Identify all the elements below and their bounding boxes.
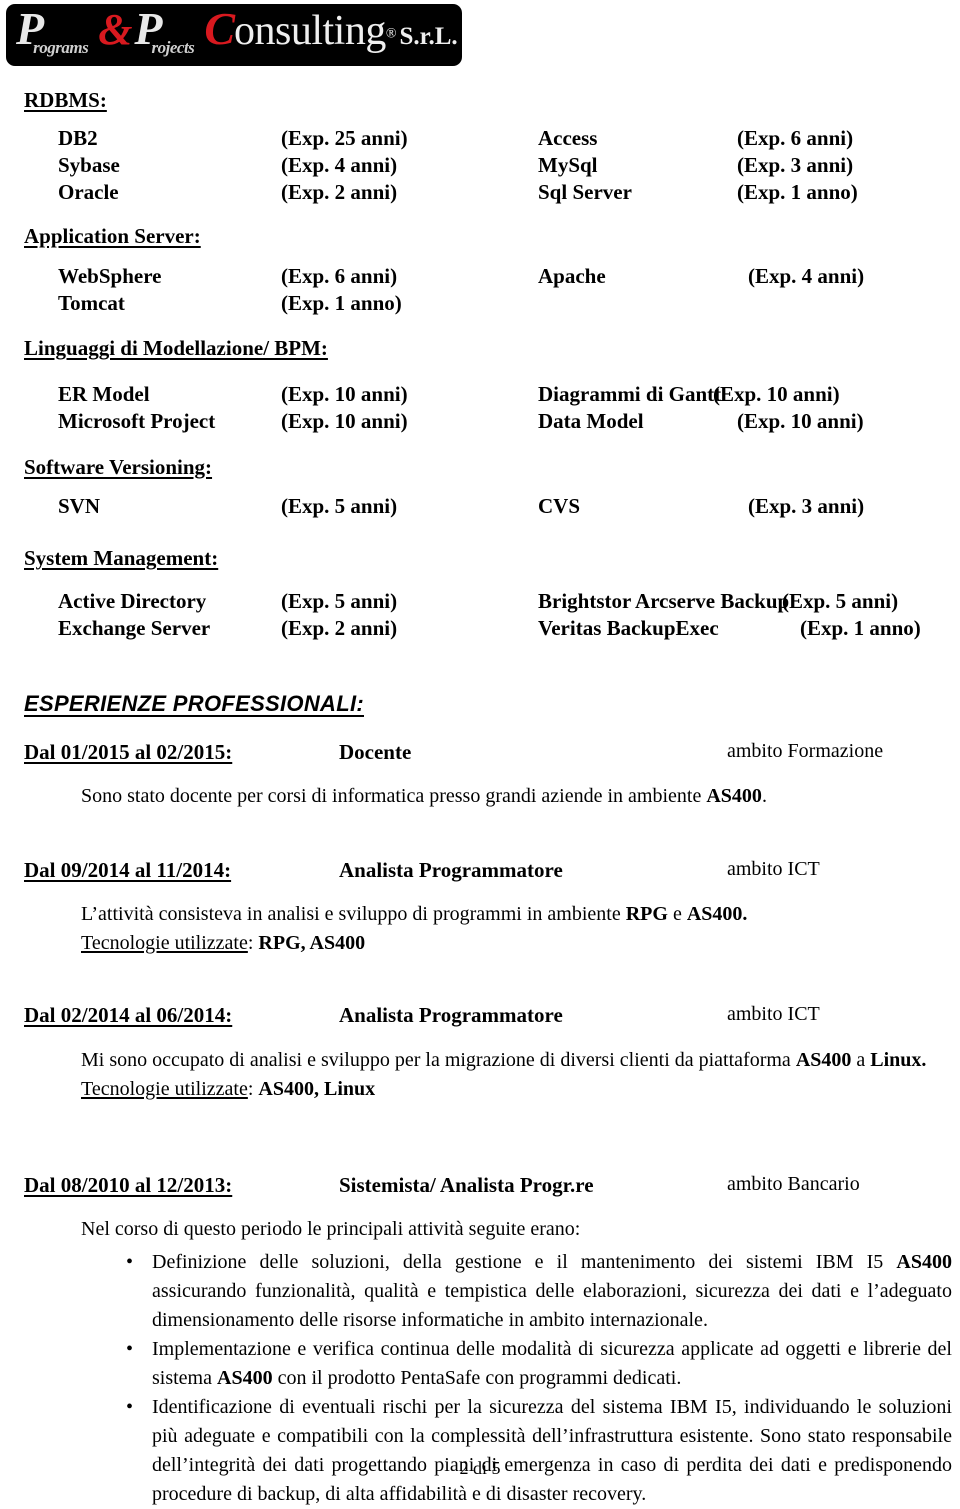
experience-date-range: Dal 09/2014 al 11/2014: [24,858,232,882]
experience-entry-header: Dal 08/2010 al 12/2013: Sistemista/ Anal… [0,1173,944,1203]
experience-role: Docente [339,740,412,764]
skill-experience: (Exp. 6 anni) [737,126,854,150]
skill-experience: (Exp. 10 anni) [281,382,408,406]
skill-name: Oracle [58,180,119,204]
skill-experience: (Exp. 5 anni) [782,589,899,613]
skill-experience: (Exp. 10 anni) [737,409,864,433]
skill-name: Active Directory [58,589,207,613]
skill-name: Apache [538,264,606,288]
experience-scope: ambito ICT [727,1003,820,1025]
experience-role: Analista Programmatore [339,858,563,882]
skill-name: Data Model [538,409,644,433]
logo-wordmark: Programs &Projects Consulting® S.r.L. [16,4,458,57]
skill-experience: (Exp. 4 anni) [748,264,865,288]
skill-row: ER Model (Exp. 10 anni) Diagrammi di Gan… [0,382,944,412]
company-logo: Programs &Projects Consulting® S.r.L. [6,4,462,66]
section-heading-software-versioning: Software Versioning: [24,455,213,479]
skill-experience: (Exp. 5 anni) [281,589,398,613]
experience-description: L’attività consisteva in analisi e svilu… [81,903,748,954]
experience-role: Sistemista/ Analista Progr.re [339,1173,594,1197]
registered-trademark-icon: ® [385,26,397,42]
skill-experience: (Exp. 4 anni) [281,153,398,177]
skill-experience: (Exp. 6 anni) [281,264,398,288]
skill-experience: (Exp. 1 anno) [281,291,402,315]
experience-scope: ambito ICT [727,858,820,880]
logo-sub-projects: rojects [151,38,195,57]
logo-letter-c: C [204,4,235,54]
skill-name: Exchange Server [58,616,211,640]
experience-description: Sono stato docente per corsi di informat… [81,785,767,807]
section-heading-modeling-languages: Linguaggi di Modellazione/ BPM: [24,336,328,360]
skill-experience: (Exp. 2 anni) [281,180,398,204]
skill-name: WebSphere [58,264,162,288]
page-number: 2 di 5 [459,1458,501,1478]
logo-ampersand: & [98,5,133,54]
skill-name: ER Model [58,382,150,406]
skill-experience: (Exp. 3 anni) [748,494,865,518]
skill-row: WebSphere (Exp. 6 anni) Apache (Exp. 4 a… [0,264,944,294]
skill-experience: (Exp. 1 anno) [800,616,921,640]
experience-date-range: Dal 08/2010 al 12/2013: [24,1173,233,1197]
experience-date-range: Dal 02/2014 al 06/2014: [24,1003,233,1027]
experience-scope: ambito Bancario [727,1173,860,1195]
experience-description: Mi sono occupato di analisi e sviluppo p… [81,1049,927,1100]
skill-experience: (Exp. 1 anno) [737,180,858,204]
skill-name: Microsoft Project [58,409,216,433]
skill-name: Sql Server [538,180,632,204]
experience-date-range: Dal 01/2015 al 02/2015: [24,740,233,764]
section-heading-rdbms: RDBMS: [24,88,107,112]
skill-experience: (Exp. 10 anni) [713,382,840,406]
skill-row: SVN (Exp. 5 anni) CVS (Exp. 3 anni) [0,494,944,524]
skill-name: Sybase [58,153,120,177]
list-item: Identificazione di eventuali rischi per … [120,1393,952,1509]
skill-row: Oracle (Exp. 2 anni) Sql Server (Exp. 1 … [0,180,944,210]
experience-description: Nel corso di questo periodo le principal… [81,1218,581,1240]
skill-row: Sybase (Exp. 4 anni) MySql (Exp. 3 anni) [0,153,944,183]
logo-sub-programs: rograms [33,38,89,57]
skill-experience: (Exp. 3 anni) [737,153,854,177]
experience-entry-header: Dal 02/2014 al 06/2014: Analista Program… [0,1003,944,1033]
skill-name: DB2 [58,126,98,150]
skill-experience: (Exp. 10 anni) [281,409,408,433]
skill-name: MySql [538,153,598,177]
experience-entry-header: Dal 09/2014 al 11/2014: Analista Program… [0,858,944,888]
experience-role: Analista Programmatore [339,1003,563,1027]
section-heading-application-server: Application Server: [24,224,201,248]
skill-row: Microsoft Project (Exp. 10 anni) Data Mo… [0,409,944,439]
skill-experience: (Exp. 5 anni) [281,494,398,518]
skill-name: Veritas BackupExec [538,616,719,640]
experience-scope: ambito Formazione [727,740,884,762]
skill-row: Active Directory (Exp. 5 anni) Brightsto… [0,589,944,619]
skill-name: Access [538,126,598,150]
skill-name: Brightstor Arcserve Backup [538,589,790,613]
skill-row: DB2 (Exp. 25 anni) Access (Exp. 6 anni) [0,126,944,156]
skill-name: SVN [58,494,101,518]
skill-row: Tomcat (Exp. 1 anno) [0,291,944,321]
skill-experience: (Exp. 2 anni) [281,616,398,640]
skill-name: Tomcat [58,291,125,315]
experience-entry-header: Dal 01/2015 al 02/2015: Docente ambito F… [0,740,944,770]
logo-word-consulting: onsulting [234,8,386,54]
list-item: Definizione delle soluzioni, della gesti… [120,1248,952,1335]
skill-name: Diagrammi di Gantt [538,382,722,406]
skill-name: CVS [538,494,581,518]
skill-row: Exchange Server (Exp. 2 anni) Veritas Ba… [0,616,944,646]
page-title-professional-experience: ESPERIENZE PROFESSIONALI: [24,691,364,716]
skill-experience: (Exp. 25 anni) [281,126,408,150]
logo-srl: S.r.L. [399,23,458,50]
list-item: Implementazione e verifica continua dell… [120,1335,952,1393]
section-heading-system-management: System Management: [24,546,219,570]
